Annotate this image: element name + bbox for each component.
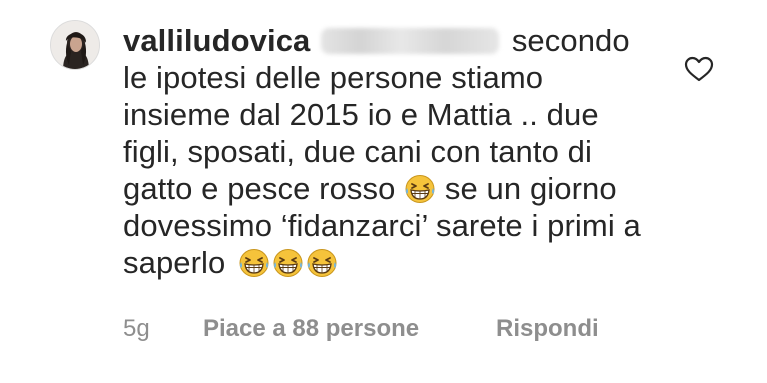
heart-outline-icon[interactable] — [684, 56, 714, 82]
comment-likes-link[interactable]: Piace a 88 persone — [203, 314, 419, 344]
blurred-mention — [321, 28, 500, 54]
comment-body: valliludovica secondo le ipotesi delle p… — [123, 22, 643, 281]
profile-photo-avatar-icon — [51, 21, 99, 69]
comment-timestamp: 5g — [123, 315, 150, 342]
grinning-squinting-face-icon — [404, 174, 436, 204]
grinning-squinting-face-icon — [272, 248, 304, 278]
comment-username[interactable]: valliludovica — [123, 23, 310, 58]
comment-text-line1: secondo — [511, 23, 630, 58]
grinning-squinting-face-icon — [238, 248, 270, 278]
reply-button[interactable]: Rispondi — [496, 314, 616, 344]
avatar[interactable] — [50, 20, 100, 70]
trailing-emoji-group — [234, 245, 338, 280]
grinning-squinting-face-icon — [306, 248, 338, 278]
comment: valliludovica secondo le ipotesi delle p… — [0, 0, 767, 383]
